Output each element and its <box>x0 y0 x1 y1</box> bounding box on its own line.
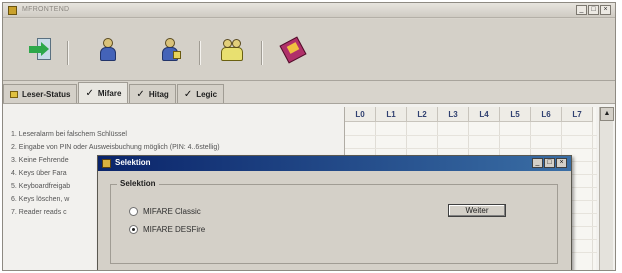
radio-button[interactable] <box>129 225 138 234</box>
radio-label: MIFARE DESFire <box>143 225 206 234</box>
column-header-l5: L5 <box>500 107 531 122</box>
user-badge-icon <box>155 35 185 65</box>
radio-button[interactable] <box>129 207 138 216</box>
dialog-close-button[interactable]: × <box>556 158 567 168</box>
tab-label: Hitag <box>148 89 169 99</box>
maximize-button[interactable]: □ <box>588 5 599 15</box>
scroll-up-arrow-icon[interactable]: ▲ <box>600 107 614 121</box>
title-bar: MFRONTEND _ □ × <box>3 3 615 18</box>
toolbar-separator <box>67 41 69 65</box>
toolbar-separator <box>261 41 263 65</box>
group-icon <box>217 35 247 65</box>
book-icon <box>277 35 307 65</box>
selection-dialog: Selektion _ □ × Selektion MIFARE Classic… <box>97 155 572 270</box>
list-item[interactable]: 2. Eingabe von PIN oder Ausweisbuchung m… <box>11 141 341 154</box>
radio-mifare-desfire[interactable]: MIFARE DESFire <box>129 225 205 234</box>
grid-row-line <box>345 148 597 149</box>
group-label: Selektion <box>117 179 159 188</box>
user-icon <box>93 35 123 65</box>
radio-mifare-classic[interactable]: MIFARE Classic <box>129 207 201 216</box>
column-header-l2: L2 <box>407 107 438 122</box>
tab-leser-status[interactable]: Leser-Status <box>3 84 78 103</box>
next-button[interactable]: Weiter <box>448 204 506 217</box>
window-title: MFRONTEND <box>22 6 70 13</box>
tab-label: Legic <box>196 89 218 99</box>
dialog-app-icon <box>102 159 111 168</box>
grid-row-line <box>345 135 597 136</box>
status-icon <box>10 90 18 98</box>
column-header-l3: L3 <box>438 107 469 122</box>
check-icon: ✓ <box>183 88 193 100</box>
check-icon: ✓ <box>136 88 145 100</box>
minimize-button[interactable]: _ <box>576 5 587 15</box>
tab-label: Mifare <box>97 88 122 98</box>
help-book-button[interactable] <box>277 35 307 65</box>
selection-group: Selektion MIFARE Classic MIFARE DESFire <box>110 179 558 264</box>
toolbar <box>3 19 615 81</box>
column-header-l0: L0 <box>345 107 376 122</box>
dialog-title-bar: Selektion _ □ × <box>98 156 571 171</box>
main-window: MFRONTEND _ □ × Leser-Status ✓ Mifare ✓ … <box>2 2 616 271</box>
user-button[interactable] <box>93 35 123 65</box>
check-icon: ✓ <box>85 87 94 99</box>
toolbar-separator <box>199 41 201 65</box>
close-button[interactable]: × <box>600 5 611 15</box>
exit-door-icon <box>27 35 57 65</box>
tab-hitag[interactable]: ✓ Hitag <box>129 84 176 103</box>
dialog-window-controls: _ □ × <box>532 158 567 168</box>
dialog-maximize-button[interactable]: □ <box>544 158 555 168</box>
radio-label: MIFARE Classic <box>143 207 201 216</box>
group-button[interactable] <box>217 35 247 65</box>
column-header-l6: L6 <box>531 107 562 122</box>
dialog-title: Selektion <box>115 158 151 167</box>
column-header-l7: L7 <box>562 107 593 122</box>
user-badge-button[interactable] <box>155 35 185 65</box>
column-header-l4: L4 <box>469 107 500 122</box>
tab-mifare[interactable]: ✓ Mifare <box>78 82 129 103</box>
list-item[interactable]: 1. Leseralarm bei falschem Schlüssel <box>11 128 341 141</box>
vertical-scrollbar[interactable]: ▲ <box>599 107 614 270</box>
exit-button[interactable] <box>27 35 57 65</box>
app-icon <box>8 6 17 15</box>
tab-label: Leser-Status <box>22 89 71 99</box>
column-header-l1: L1 <box>376 107 407 122</box>
dialog-minimize-button[interactable]: _ <box>532 158 543 168</box>
window-controls: _ □ × <box>576 5 611 15</box>
tab-legic[interactable]: ✓ Legic <box>176 84 225 103</box>
tab-bar: Leser-Status ✓ Mifare ✓ Hitag ✓ Legic <box>3 82 225 103</box>
